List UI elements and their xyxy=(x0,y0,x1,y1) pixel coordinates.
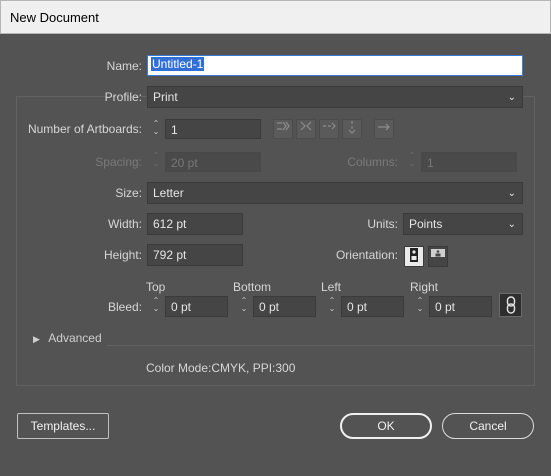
name-label: Name: xyxy=(106,59,142,73)
spacing-stepper: ⌃ ⌄ xyxy=(147,152,165,172)
width-label: Width: xyxy=(107,217,142,231)
bleed-right-input[interactable]: 0 pt xyxy=(429,296,492,317)
window-titlebar: New Document xyxy=(0,0,551,34)
cancel-button[interactable]: Cancel xyxy=(442,413,534,439)
landscape-orientation-button[interactable] xyxy=(428,246,448,267)
link-icon xyxy=(506,296,515,314)
stepper-down-icon[interactable]: ⌄ xyxy=(323,305,341,313)
bleed-label: Bleed: xyxy=(107,300,142,314)
bleed-top-label: Top xyxy=(146,280,166,294)
chevron-down-icon: ⌄ xyxy=(507,92,516,103)
size-label: Size: xyxy=(115,186,142,200)
height-label: Height: xyxy=(103,248,142,262)
bleed-left-value: 0 pt xyxy=(347,300,368,314)
size-select[interactable]: Letter ⌄ xyxy=(147,182,523,204)
columns-value: 1 xyxy=(427,156,434,170)
right-arrow-icon[interactable] xyxy=(374,119,394,139)
grid-by-column-icon[interactable] xyxy=(296,119,316,139)
window-title: New Document xyxy=(10,10,99,25)
width-value: 612 pt xyxy=(153,217,187,231)
stepper-down-icon[interactable]: ⌄ xyxy=(411,305,429,313)
size-value: Letter xyxy=(153,186,184,200)
arrange-by-column-icon[interactable] xyxy=(342,119,362,139)
bleed-left-input[interactable]: 0 pt xyxy=(341,296,404,317)
bleed-top-value: 0 pt xyxy=(171,300,192,314)
name-input[interactable]: Untitled-1 xyxy=(147,55,523,76)
bleed-right-stepper[interactable]: ⌃ ⌄ xyxy=(411,297,429,317)
bleed-right-value: 0 pt xyxy=(435,300,456,314)
spacing-label: Spacing: xyxy=(95,155,142,169)
height-input[interactable]: 792 pt xyxy=(147,244,243,266)
profile-label: Profile: xyxy=(104,90,142,104)
profile-value: Print xyxy=(153,90,178,104)
portrait-icon xyxy=(410,248,418,262)
bleed-bottom-input[interactable]: 0 pt xyxy=(253,296,316,317)
bleed-bottom-label: Bottom xyxy=(233,280,272,294)
landscape-icon xyxy=(431,249,445,257)
arrange-by-row-icon[interactable] xyxy=(319,119,339,139)
bleed-top-stepper[interactable]: ⌃ ⌄ xyxy=(147,297,165,317)
new-document-dialog: Name: Untitled-1 Profile: Print ⌄ Number… xyxy=(0,34,551,476)
bleed-left-label: Left xyxy=(321,280,342,294)
bleed-bottom-stepper[interactable]: ⌃ ⌄ xyxy=(235,297,253,317)
units-select[interactable]: Points ⌄ xyxy=(403,213,523,235)
width-input[interactable]: 612 pt xyxy=(147,213,243,235)
bleed-top-input[interactable]: 0 pt xyxy=(165,296,228,317)
bleed-left-stepper[interactable]: ⌃ ⌄ xyxy=(323,297,341,317)
grid-by-row-icon[interactable] xyxy=(273,119,293,139)
name-value: Untitled-1 xyxy=(151,57,205,71)
bleed-bottom-value: 0 pt xyxy=(259,300,280,314)
units-label: Units: xyxy=(367,217,398,231)
columns-label: Columns: xyxy=(347,155,398,169)
spacing-input: 20 pt xyxy=(165,152,261,172)
chevron-down-icon: ⌄ xyxy=(507,219,516,230)
templates-button[interactable]: Templates... xyxy=(17,413,109,439)
stepper-down-icon[interactable]: ⌄ xyxy=(147,305,165,313)
stepper-down-icon: ⌄ xyxy=(408,159,416,168)
stepper-down-icon[interactable]: ⌄ xyxy=(235,305,253,313)
artboards-value: 1 xyxy=(171,123,178,137)
color-mode-info: Color Mode:CMYK, PPI:300 xyxy=(146,361,296,375)
artboards-stepper[interactable]: ⌃ ⌄ xyxy=(147,120,165,140)
bleed-right-label: Right xyxy=(410,280,439,294)
portrait-orientation-button[interactable] xyxy=(404,246,424,267)
columns-stepper: ⌃ ⌄ xyxy=(403,152,421,172)
spacing-value: 20 pt xyxy=(171,156,198,170)
chevron-down-icon: ⌄ xyxy=(507,188,516,199)
stepper-down-icon: ⌄ xyxy=(152,159,160,168)
orientation-label: Orientation: xyxy=(335,248,398,262)
artboards-input[interactable]: 1 xyxy=(165,119,261,139)
link-bleed-button[interactable] xyxy=(499,293,522,317)
artboards-label: Number of Artboards: xyxy=(27,122,142,136)
advanced-label: Advanced xyxy=(48,331,102,345)
columns-input: 1 xyxy=(421,152,517,172)
advanced-divider xyxy=(107,345,534,346)
units-value: Points xyxy=(409,217,443,231)
advanced-toggle[interactable]: ▶ Advanced xyxy=(33,331,102,345)
triangle-right-icon: ▶ xyxy=(33,334,40,344)
height-value: 792 pt xyxy=(153,248,187,262)
profile-select[interactable]: Print ⌄ xyxy=(147,86,523,108)
ok-button[interactable]: OK xyxy=(340,413,432,439)
stepper-down-icon[interactable]: ⌄ xyxy=(147,128,165,136)
